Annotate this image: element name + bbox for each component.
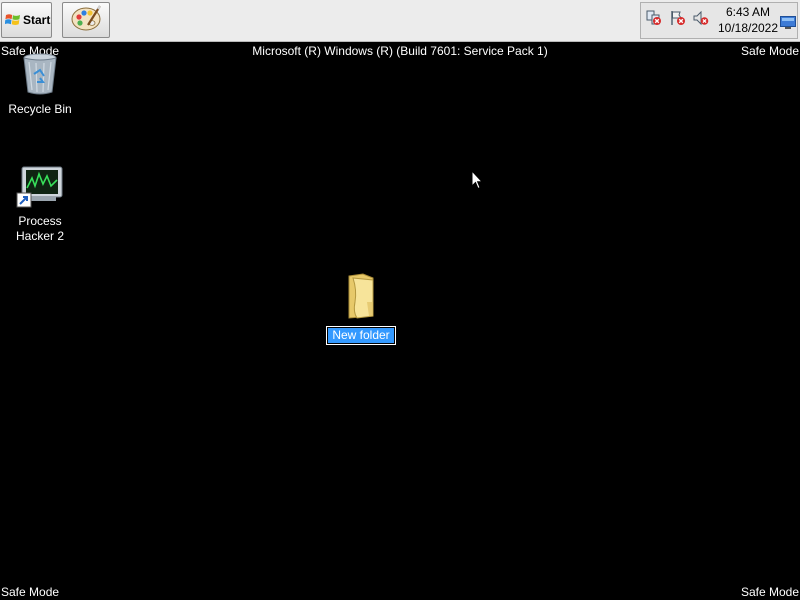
action-center-error-icon[interactable] (670, 10, 686, 26)
start-button[interactable]: Start (1, 2, 52, 38)
windows-build-label: Microsoft (R) Windows (R) (Build 7601: S… (252, 44, 548, 58)
windows-flag-icon (4, 12, 21, 28)
taskbar-paint-button[interactable] (62, 2, 110, 38)
taskbar-clock[interactable]: 6:43 AM 10/18/2022 (712, 4, 784, 36)
desktop-screen[interactable]: Start 6:43 AM 10/18/2022 Safe Mode Micro… (0, 0, 800, 600)
clock-date: 10/18/2022 (717, 21, 779, 35)
paint-palette-icon (70, 3, 102, 37)
recycle-bin-label: Recycle Bin (8, 102, 72, 116)
process-hacker-label: Process Hacker 2 (2, 214, 78, 244)
network-disconnected-icon[interactable] (646, 10, 662, 26)
folder-icon (323, 272, 399, 324)
safe-mode-label-bottom-right: Safe Mode (740, 585, 799, 599)
desktop-icon-process-hacker[interactable]: Process Hacker 2 (2, 166, 78, 244)
safe-mode-label-bottom-left: Safe Mode (1, 585, 60, 599)
mouse-cursor-icon (471, 169, 484, 190)
taskbar: Start 6:43 AM 10/18/2022 (0, 0, 800, 42)
process-hacker-label-line2: Hacker 2 (15, 229, 65, 243)
volume-muted-icon[interactable] (693, 10, 709, 26)
recycle-bin-icon (2, 52, 78, 100)
desktop-icon-new-folder[interactable]: New folder (323, 272, 399, 345)
show-desktop-icon[interactable] (780, 14, 796, 29)
process-hacker-label-line1: Process (18, 214, 62, 228)
safe-mode-label-top-right: Safe Mode (740, 44, 799, 58)
process-hacker-icon (2, 166, 78, 212)
new-folder-rename-input[interactable]: New folder (326, 326, 396, 345)
start-label: Start (23, 13, 51, 27)
desktop-icon-recycle-bin[interactable]: Recycle Bin (2, 52, 78, 117)
clock-time: 6:43 AM (725, 5, 771, 19)
